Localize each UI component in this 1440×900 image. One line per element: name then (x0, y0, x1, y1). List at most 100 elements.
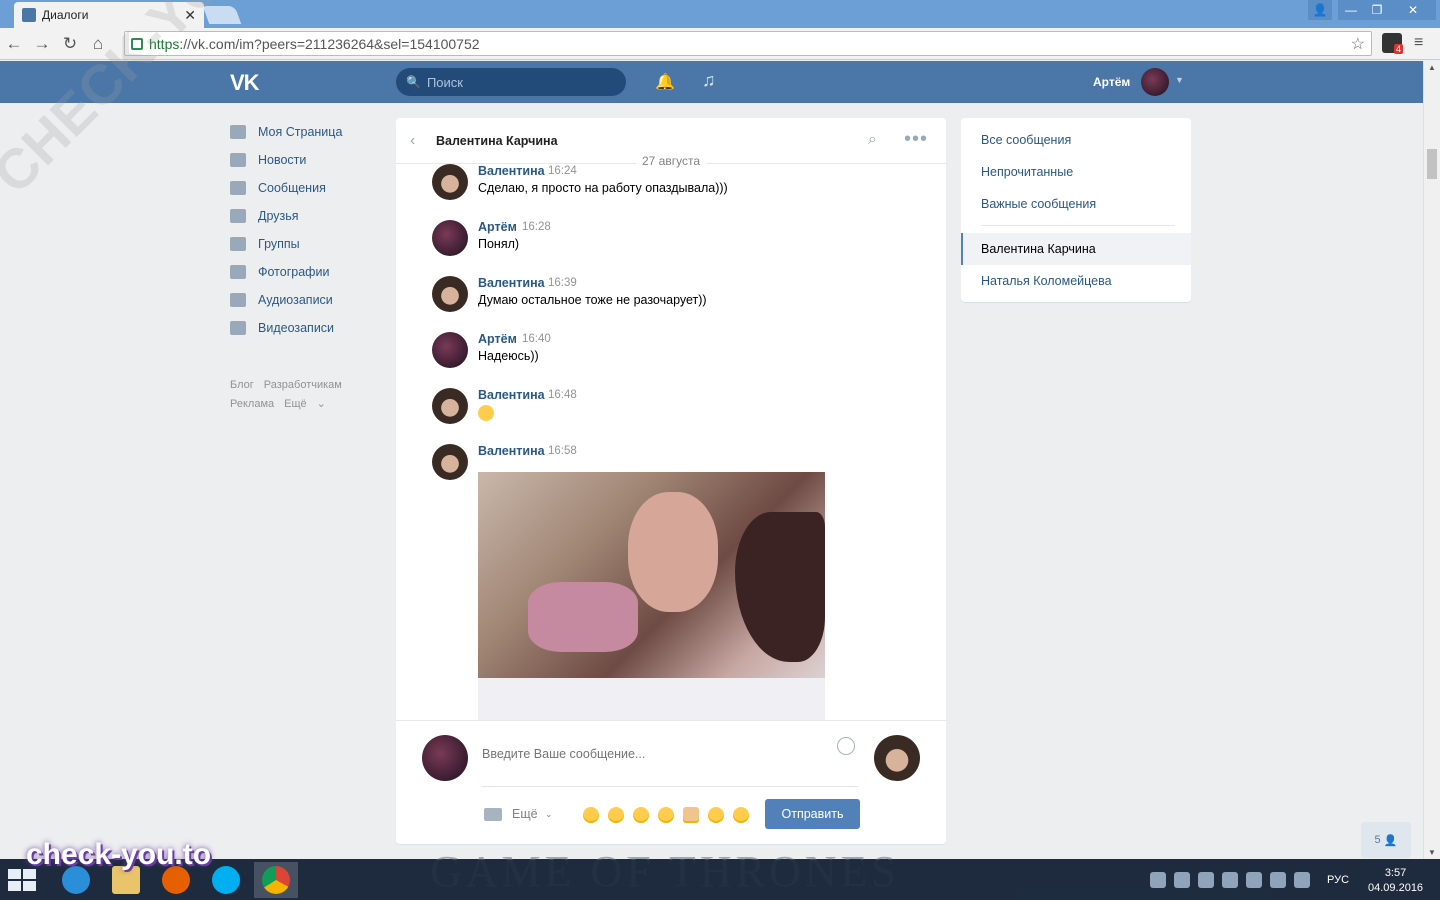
profile-icon[interactable]: 👤 (1308, 0, 1332, 20)
chevron-left-icon[interactable]: ‹ (410, 132, 415, 150)
avatar[interactable] (432, 164, 468, 200)
search-icon[interactable]: ⌕ (868, 131, 877, 149)
chevron-down-icon[interactable]: ⌄ (545, 809, 553, 820)
message-time[interactable]: 16:24 (548, 165, 577, 177)
music-note-icon[interactable]: ♫ (702, 70, 716, 91)
pensive-emoji-icon[interactable] (633, 807, 649, 823)
left-menu-item-audio[interactable]: Аудиозаписи (230, 286, 390, 314)
volume-icon[interactable] (1294, 872, 1310, 888)
avatar[interactable] (432, 332, 468, 368)
left-menu-item-my-page[interactable]: Моя Страница (230, 118, 390, 146)
input-language[interactable]: РУС (1327, 874, 1349, 886)
dialog-title[interactable]: Валентина Карчина (436, 134, 558, 148)
system-tray (1150, 872, 1310, 888)
footer-link-blog[interactable]: Блог (230, 379, 254, 391)
new-tab-button[interactable] (202, 6, 242, 24)
security-icon[interactable] (1174, 872, 1190, 888)
left-menu-item-news[interactable]: Новости (230, 146, 390, 174)
header-user-name[interactable]: Артём (1093, 75, 1130, 89)
windows-start-icon[interactable] (8, 869, 38, 891)
maximize-button[interactable]: ❐ (1364, 0, 1390, 20)
steam-icon[interactable] (1150, 872, 1166, 888)
conversation-item-active[interactable]: Валентина Карчина (961, 233, 1191, 265)
left-menu-item-messages[interactable]: Сообщения (230, 174, 390, 202)
tray-app-icon[interactable] (1222, 872, 1238, 888)
scroll-up-icon[interactable]: ▲ (1428, 63, 1436, 72)
notifications-bell-icon[interactable]: 🔔 (655, 72, 675, 92)
message-input[interactable] (482, 739, 858, 787)
avatar[interactable] (432, 276, 468, 312)
photo-attachment[interactable] (478, 472, 825, 720)
online-friends-counter[interactable]: 5 👤 (1361, 822, 1411, 858)
photo-detail (628, 492, 718, 612)
clock[interactable]: 3:57 04.09.2016 (1368, 866, 1423, 896)
tab-close-icon[interactable]: ✕ (184, 7, 196, 24)
footer-link-developers[interactable]: Разработчикам (264, 379, 342, 391)
avatar[interactable] (432, 220, 468, 256)
network-icon[interactable] (1270, 872, 1286, 888)
left-menu-item-groups[interactable]: Группы (230, 230, 390, 258)
avatar[interactable] (432, 388, 468, 424)
message-time[interactable]: 16:28 (522, 221, 551, 233)
my-avatar[interactable] (422, 735, 468, 781)
message-history[interactable]: Валентина 16:24 Сделаю, я просто на рабо… (396, 164, 946, 720)
attach-more-button[interactable]: Ещё (512, 807, 538, 821)
reload-icon[interactable]: ↻ (56, 34, 84, 54)
laughing-emoji-icon[interactable] (658, 807, 674, 823)
kissing-emoji-icon[interactable] (733, 807, 749, 823)
tray-app-icon[interactable] (1198, 872, 1214, 888)
peer-avatar[interactable] (874, 735, 920, 781)
thumbs-up-emoji-icon[interactable] (683, 807, 699, 823)
page-scrollbar[interactable]: ▲ ▼ (1423, 61, 1440, 859)
browser-tab[interactable]: Диалоги ✕ (14, 2, 204, 28)
message-text: Понял) (478, 237, 520, 251)
left-menu-item-photos[interactable]: Фотографии (230, 258, 390, 286)
message-author[interactable]: Валентина (478, 444, 545, 458)
music-icon (230, 293, 246, 307)
conversation-name: Валентина Карчина (981, 242, 1096, 256)
window-close-button[interactable]: ✕ (1390, 0, 1436, 20)
left-menu-item-friends[interactable]: Друзья (230, 202, 390, 230)
forward-arrow-icon[interactable]: → (28, 34, 56, 54)
header-avatar[interactable] (1141, 68, 1169, 96)
message-time[interactable]: 16:39 (548, 277, 577, 289)
grinning-emoji-icon[interactable] (708, 807, 724, 823)
message-author[interactable]: Валентина (478, 164, 545, 178)
chevron-down-icon[interactable]: ▼ (1175, 75, 1184, 85)
filter-important[interactable]: Важные сообщения (981, 197, 1096, 211)
blushing-emoji-icon[interactable] (608, 807, 624, 823)
camera-icon[interactable] (484, 808, 502, 821)
message-text: Сделаю, я просто на работу опаздывала))) (478, 181, 728, 195)
address-bar[interactable]: https ://vk.com/im?peers=211236264&sel=1… (124, 31, 1372, 56)
back-arrow-icon[interactable]: ← (0, 34, 28, 54)
message-author[interactable]: Валентина (478, 276, 545, 290)
send-button[interactable]: Отправить (765, 799, 860, 829)
message-text (478, 405, 494, 424)
footer-link-ads[interactable]: Реклама (230, 398, 274, 410)
message-time[interactable]: 16:58 (548, 445, 577, 457)
chrome-icon[interactable] (254, 862, 298, 898)
left-menu-item-video[interactable]: Видеозаписи (230, 314, 390, 342)
more-dots-icon[interactable]: ••• (904, 128, 928, 151)
message-time[interactable]: 16:48 (548, 389, 577, 401)
filter-unread[interactable]: Непрочитанные (981, 165, 1073, 179)
chrome-menu-icon[interactable]: ≡ (1414, 34, 1423, 52)
home-button-icon[interactable]: ⌂ (84, 34, 112, 54)
smiling-emoji-icon[interactable] (583, 807, 599, 823)
flag-icon[interactable] (1246, 872, 1262, 888)
message-author[interactable]: Артём (478, 220, 517, 234)
filter-all-messages[interactable]: Все сообщения (981, 133, 1071, 147)
scroll-down-icon[interactable]: ▼ (1428, 848, 1436, 857)
bookmark-star-icon[interactable]: ☆ (1351, 34, 1365, 54)
message-time[interactable]: 16:40 (522, 333, 551, 345)
minimize-button[interactable]: — (1338, 0, 1364, 20)
avatar[interactable] (432, 444, 468, 480)
smile-icon[interactable] (837, 737, 855, 755)
scroll-thumb[interactable] (1427, 149, 1437, 179)
message-author[interactable]: Артём (478, 332, 517, 346)
message-author[interactable]: Валентина (478, 388, 545, 402)
conversation-item[interactable]: Наталья Коломейцева (981, 274, 1112, 288)
search-input[interactable]: 🔍 Поиск (396, 68, 626, 96)
footer-link-more[interactable]: Ещё (284, 398, 307, 410)
vk-logo-icon[interactable]: VK (230, 70, 260, 96)
